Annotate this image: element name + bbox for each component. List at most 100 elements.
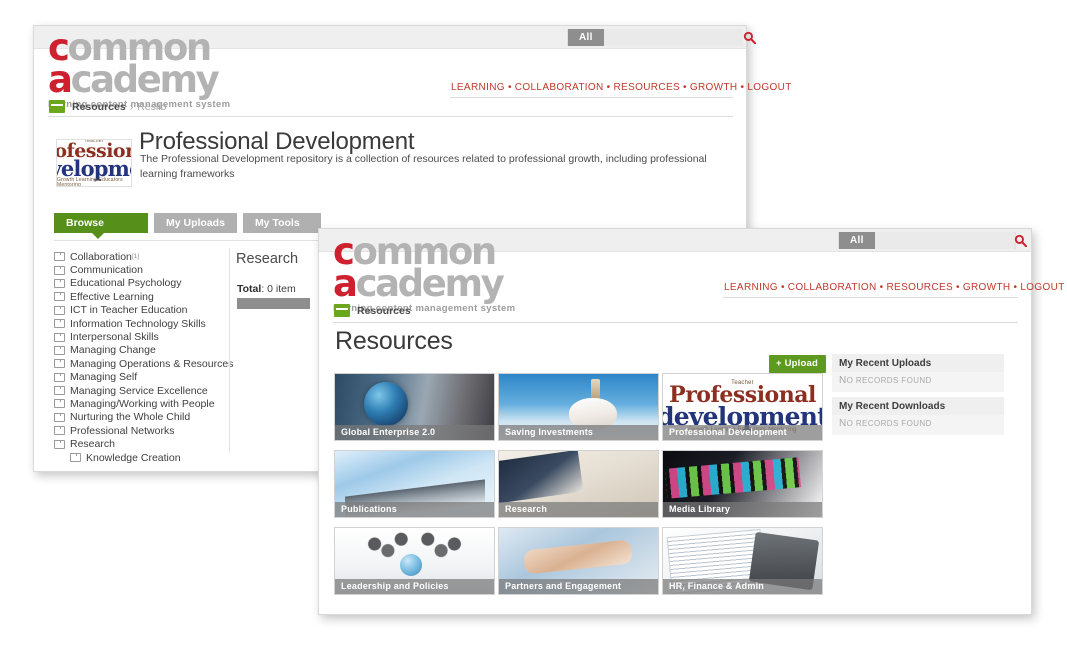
search-input[interactable] [603,29,743,46]
category-tree[interactable]: Collaboration [1] Communication Education… [54,250,239,464]
tree-item[interactable]: Collaboration [1] [54,250,239,263]
global-search[interactable]: All [567,29,756,46]
brand-line-2: academy [333,265,515,302]
brand-a: a [333,261,358,305]
resource-tile[interactable]: Leadership and Policies [334,527,495,595]
tree-item[interactable]: Effective Learning [54,290,239,303]
detail-total-value: : 0 item [261,283,296,295]
empty-rest: O RECORDS FOUND [846,419,932,428]
tree-item[interactable]: Knowledge Creation [54,451,239,464]
nav-collaboration[interactable]: COLLABORATION [788,282,877,293]
nav-learning[interactable]: LEARNING [724,282,778,293]
resource-tile[interactable]: HR, Finance & Admin [662,527,823,595]
nav-collaboration[interactable]: COLLABORATION [515,82,604,93]
tree-item[interactable]: Communication [54,263,239,276]
brand-cademy: cademy [355,261,505,305]
folder-icon [54,372,65,382]
tree-item[interactable]: Managing Self [54,371,239,384]
tree-item[interactable]: Interpersonal Skills [54,330,239,343]
resource-tile[interactable]: Partners and Engagement [498,527,659,595]
primary-nav[interactable]: LEARNING • COLLABORATION • RESOURCES • GROWTH •… [451,82,792,93]
resource-tile-grid[interactable]: Global Enterprise 2.0 Saving Investments… [334,373,823,595]
repository-thumbnail: Teacher Professional development Growth … [56,139,132,187]
tab-my-uploads[interactable]: My Uploads [154,213,237,233]
tree-item[interactable]: Educational Psychology [54,277,239,290]
search-icon[interactable] [743,29,756,46]
folder-icon [54,426,65,436]
nav-resources[interactable]: RESOURCES [886,282,953,293]
resource-tile[interactable]: Teacher Professional development Growth … [662,373,823,441]
upload-button[interactable]: + Upload [769,355,826,373]
search-scope-label[interactable]: All [839,232,875,249]
wordcloud-bottom: Growth Learning Educators Mentoring [57,177,123,186]
tree-item-label: Managing Service Excellence [70,384,208,397]
nav-logout[interactable]: LOGOUT [1020,282,1064,293]
tree-item[interactable]: Professional Networks [54,424,239,437]
breadcrumb-root[interactable]: Resources [357,305,411,317]
resource-tile[interactable]: Publications [334,450,495,518]
tree-item-label: Professional Networks [70,424,175,437]
resource-tile[interactable]: Global Enterprise 2.0 [334,373,495,441]
tree-item-label: Effective Learning [70,290,154,303]
empty-first-letter: N [839,418,847,429]
recent-uploads-panel: My Recent Uploads NO RECORDS FOUND [832,354,1004,392]
tile-caption: Leadership and Policies [335,579,494,594]
tree-item-label: Nurturing the Whole Child [70,411,191,424]
search-input[interactable] [874,232,1014,249]
brand-logo[interactable]: common academy learning content manageme… [333,233,515,314]
tree-item[interactable]: Managing Service Excellence [54,384,239,397]
search-scope-label[interactable]: All [568,29,604,46]
folder-icon [334,304,350,317]
tree-item-label: Managing/Working with People [70,397,215,410]
detail-total: Total: 0 item [237,283,296,295]
folder-icon [54,359,65,369]
header-divider [333,322,1018,323]
tree-item[interactable]: ICT in Teacher Education [54,304,239,317]
nav-sep-3: • [955,282,960,293]
tree-item[interactable]: Nurturing the Whole Child [54,411,239,424]
nav-sep-1: • [507,82,512,93]
empty-first-letter: N [839,375,847,386]
nav-resources[interactable]: RESOURCES [613,82,680,93]
nav-logout[interactable]: LOGOUT [747,82,791,93]
global-search[interactable]: All [838,232,1027,249]
nav-sep-1: • [780,282,785,293]
nav-learning[interactable]: LEARNING [451,82,505,93]
resource-tile[interactable]: Media Library [662,450,823,518]
tile-caption: Partners and Engagement [499,579,658,594]
folder-icon [54,305,65,315]
window-resources[interactable]: All common academy learning content mana… [318,228,1064,615]
sidebar-rail: My Recent Uploads NO RECORDS FOUND My Re… [832,354,1004,440]
folder-icon [54,399,65,409]
tile-caption: Professional Development [663,425,822,440]
breadcrumb[interactable]: Resources [334,304,411,317]
tile-caption: Research [499,502,658,517]
breadcrumb[interactable]: Resources › Reslib [49,100,166,113]
tree-item-label: Information Technology Skills [70,317,206,330]
tree-item-label: Knowledge Creation [86,451,181,464]
nav-underline [450,97,733,98]
nav-sep-2: • [879,282,884,293]
tree-item[interactable]: Managing Change [54,344,239,357]
nav-sep-2: • [606,82,611,93]
nav-sep-4: • [740,82,745,93]
folder-icon [54,332,65,342]
tree-item[interactable]: Managing Operations & Resources [54,357,239,370]
brand-logo[interactable]: common academy learning content manageme… [48,29,230,110]
tree-item[interactable]: Managing/Working with People [54,397,239,410]
brand-line-2: academy [48,61,230,98]
breadcrumb-root[interactable]: Resources [72,101,126,113]
folder-icon [54,345,65,355]
search-icon[interactable] [1014,232,1027,249]
tab-browse[interactable]: Browse [54,213,148,239]
tab-my-tools[interactable]: My Tools [242,213,321,233]
primary-nav[interactable]: LEARNING • COLLABORATION • RESOURCES • GROWTH •… [724,282,1065,293]
nav-growth[interactable]: GROWTH [690,82,738,93]
resource-tile[interactable]: Research [498,450,659,518]
tab-bar[interactable]: Browse My Uploads My Tools [54,213,321,239]
tree-item[interactable]: Information Technology Skills [54,317,239,330]
resource-tile[interactable]: Saving Investments [498,373,659,441]
nav-growth[interactable]: GROWTH [963,282,1011,293]
tree-item-label: Educational Psychology [70,277,182,290]
tree-item-research[interactable]: Research [54,437,239,450]
